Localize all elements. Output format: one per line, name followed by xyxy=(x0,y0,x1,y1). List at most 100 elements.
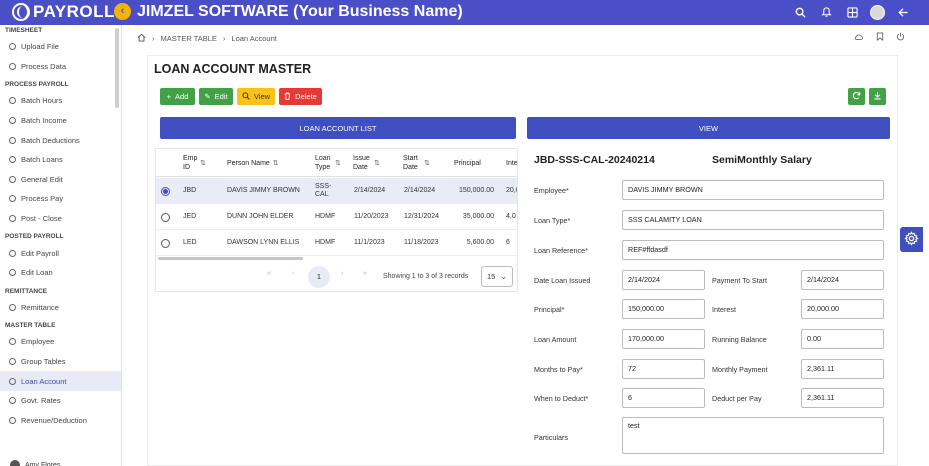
sidebar-item-label: Loan Account xyxy=(21,376,67,386)
sidebar-item[interactable]: Batch Income xyxy=(0,111,121,131)
search-icon[interactable] xyxy=(792,4,808,20)
column-header-interest[interactable]: Inte xyxy=(506,149,517,177)
bell-icon[interactable] xyxy=(818,4,834,20)
sidebar-collapse-button[interactable]: ‹ xyxy=(114,3,131,20)
loan-type-field[interactable]: SSS CALAMITY LOAN xyxy=(622,210,884,230)
sidebar-item[interactable]: Post - Close xyxy=(0,209,121,229)
table-cell: DAVIS JIMMY BROWN xyxy=(227,187,300,194)
bookmark-icon[interactable] xyxy=(876,32,884,43)
date-issued-field[interactable]: 2/14/2024 xyxy=(622,270,705,290)
circle-icon xyxy=(9,249,16,257)
sidebar-item[interactable]: Upload File xyxy=(0,37,121,57)
cloud-upload-icon[interactable] xyxy=(854,32,864,43)
when-to-deduct-field[interactable]: 6 xyxy=(622,388,705,408)
row-radio[interactable] xyxy=(161,186,170,196)
prev-page-button[interactable]: ‹ xyxy=(292,270,294,277)
refresh-button[interactable] xyxy=(848,88,865,105)
sidebar-menu: TIMESHEET Upload File Process Data PROCESS … xyxy=(0,25,121,430)
download-icon xyxy=(873,91,882,102)
sidebar-scrollbar[interactable] xyxy=(115,28,119,108)
apps-grid-icon[interactable] xyxy=(844,4,860,20)
employee-field[interactable]: DAVIS JIMMY BROWN xyxy=(622,180,884,200)
column-header-issue-date[interactable]: Issue Date ⇅ xyxy=(353,149,401,177)
sidebar-item-label: Process Data xyxy=(21,61,67,71)
download-button[interactable] xyxy=(869,88,886,105)
sidebar-item[interactable]: Batch Deductions xyxy=(0,130,121,150)
column-header-start-date[interactable]: Start Date ⇅ xyxy=(403,149,451,177)
column-header-emp-id[interactable]: Emp ID ⇅ xyxy=(183,149,223,177)
loan-amount-field[interactable]: 170,000.00 xyxy=(622,329,705,349)
table-row[interactable]: JED DUNN JOHN ELDER HDMF 11/20/2023 12/31/20… xyxy=(156,204,517,230)
when-to-deduct-label: When to Deduct* xyxy=(534,394,589,403)
interest-label: Interest xyxy=(712,305,736,314)
sidebar-item[interactable]: Batch Hours xyxy=(0,91,121,111)
sidebar-item[interactable]: Batch Loans xyxy=(0,150,121,170)
row-radio[interactable] xyxy=(161,238,170,248)
brand[interactable]: PAYROLL xyxy=(12,2,115,22)
page-size-select[interactable]: 15 ⌄ xyxy=(481,266,513,287)
view-button[interactable]: View xyxy=(237,88,275,105)
column-label: Emp ID xyxy=(183,155,198,171)
sidebar-item[interactable]: Process Pay xyxy=(0,189,121,209)
edit-button-label: Edit xyxy=(214,92,228,101)
circle-icon xyxy=(9,269,16,277)
sidebar-item[interactable]: Group Tables xyxy=(0,352,121,372)
monthly-payment-field[interactable]: 2,361.11 xyxy=(801,359,884,379)
breadcrumb-item[interactable]: MASTER TABLE xyxy=(161,34,217,43)
row-radio[interactable] xyxy=(161,212,170,222)
principal-field[interactable]: 150,000.00 xyxy=(622,299,705,319)
page-number-button[interactable]: 1 xyxy=(308,266,330,288)
sidebar-item-label: Govt. Rates xyxy=(21,396,61,406)
circle-icon xyxy=(9,175,16,183)
table-cell: 11/20/2023 xyxy=(354,213,389,220)
delete-button[interactable]: Delete xyxy=(279,88,322,105)
pagination: « ‹ 1 › » Showing 1 to 3 of 3 records 15… xyxy=(156,265,517,289)
sidebar-item-label: Edit Loan xyxy=(21,268,53,278)
edit-button[interactable]: ✎ Edit xyxy=(199,88,233,105)
sidebar-user[interactable]: Amy Flores xyxy=(10,460,60,466)
table-cell: 6 xyxy=(506,239,510,246)
loan-account-table: Emp ID ⇅ Person Name ⇅ Loan Type ⇅ Issue… xyxy=(155,148,518,292)
sidebar-item[interactable]: Loan Account xyxy=(0,371,121,391)
breadcrumb-item[interactable]: Loan Account xyxy=(231,34,276,43)
column-header-person-name[interactable]: Person Name ⇅ xyxy=(227,149,311,177)
home-icon[interactable] xyxy=(137,33,146,44)
sidebar-item[interactable]: Edit Payroll xyxy=(0,243,121,263)
payment-start-field[interactable]: 2/14/2024 xyxy=(801,270,884,290)
user-avatar[interactable] xyxy=(870,4,885,20)
principal-label: Principal* xyxy=(534,305,565,314)
running-balance-field[interactable]: 0.00 xyxy=(801,329,884,349)
column-header-loan-type[interactable]: Loan Type ⇅ xyxy=(315,149,351,177)
last-page-button[interactable]: » xyxy=(363,270,367,277)
sidebar-item[interactable]: Process Data xyxy=(0,57,121,77)
sidebar-item[interactable]: Remittance xyxy=(0,298,121,318)
months-to-pay-field[interactable]: 72 xyxy=(622,359,705,379)
table-cell: JED xyxy=(183,213,197,220)
sidebar-item[interactable]: General Edit xyxy=(0,170,121,190)
table-cell: 150,000.00 xyxy=(458,187,494,194)
deduct-per-pay-field[interactable]: 2,361.11 xyxy=(801,388,884,408)
column-header-principal[interactable]: Principal xyxy=(454,149,504,177)
sidebar-item[interactable]: Govt. Rates xyxy=(0,391,121,411)
first-page-button[interactable]: « xyxy=(267,270,271,277)
circle-icon xyxy=(9,43,16,51)
power-icon[interactable] xyxy=(896,32,905,43)
sidebar-item-label: Post - Close xyxy=(21,214,62,224)
refresh-icon xyxy=(852,91,861,102)
sidebar-item-label: Batch Loans xyxy=(21,155,63,165)
particulars-textarea[interactable]: test xyxy=(622,417,884,454)
sidebar-item[interactable]: Revenue/Deduction xyxy=(0,411,121,431)
settings-button[interactable] xyxy=(900,227,923,252)
logout-arrow-icon[interactable] xyxy=(895,4,911,20)
plus-icon: + xyxy=(166,92,172,101)
add-button[interactable]: + Add xyxy=(160,88,195,105)
sidebar-item[interactable]: Employee xyxy=(0,332,121,352)
next-page-button[interactable]: › xyxy=(341,270,343,277)
interest-field[interactable]: 20,000.00 xyxy=(801,299,884,319)
horizontal-scrollbar[interactable] xyxy=(158,257,303,260)
table-cell: JBD xyxy=(183,187,197,194)
table-row[interactable]: JBD DAVIS JIMMY BROWN SSS-CAL 2/14/2024 2/14… xyxy=(156,178,517,204)
table-row[interactable]: LED DAWSON LYNN ELLIS HDMF 11/1/2023 11/18/2… xyxy=(156,230,517,256)
loan-reference-field[interactable]: REF#ffdasdf xyxy=(622,240,884,260)
sidebar-item[interactable]: Edit Loan xyxy=(0,263,121,283)
